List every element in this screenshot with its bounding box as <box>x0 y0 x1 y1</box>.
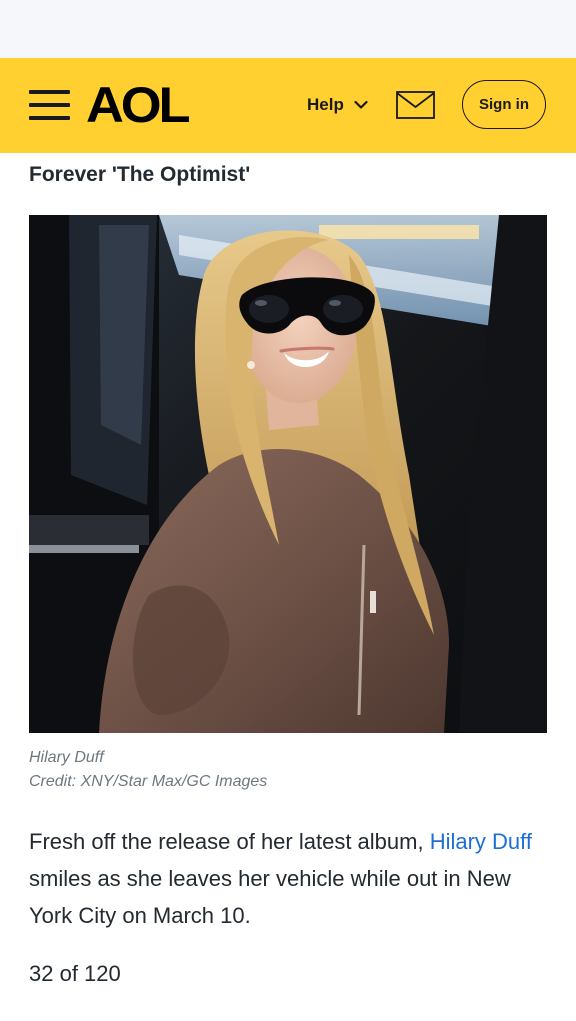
hilary-duff-link[interactable]: Hilary Duff <box>430 829 532 854</box>
help-label: Help <box>307 95 344 114</box>
caption-credit: Credit: XNY/Star Max/GC Images <box>29 773 268 790</box>
caption-name: Hilary Duff <box>29 749 104 766</box>
photo-illustration <box>29 215 547 733</box>
hamburger-menu-icon[interactable] <box>29 88 70 122</box>
description-text-after: smiles as she leaves her vehicle while o… <box>29 866 511 928</box>
slide-description: Fresh off the release of her latest albu… <box>29 823 549 934</box>
chevron-down-icon <box>354 100 368 109</box>
site-header: AOL Help Sign in <box>0 58 576 153</box>
description-text-before: Fresh off the release of her latest albu… <box>29 829 430 854</box>
photo-caption: Hilary Duff Credit: XNY/Star Max/GC Imag… <box>29 746 267 794</box>
envelope-icon[interactable] <box>396 91 435 119</box>
browser-top-strip <box>0 0 576 58</box>
slide-title: Forever 'The Optimist' <box>29 163 251 186</box>
aol-logo[interactable]: AOL <box>86 78 191 132</box>
sign-in-button[interactable]: Sign in <box>462 80 546 129</box>
slide-photo[interactable] <box>29 215 547 733</box>
slide-counter: 32 of 120 <box>29 961 121 986</box>
help-dropdown[interactable]: Help <box>307 92 368 118</box>
